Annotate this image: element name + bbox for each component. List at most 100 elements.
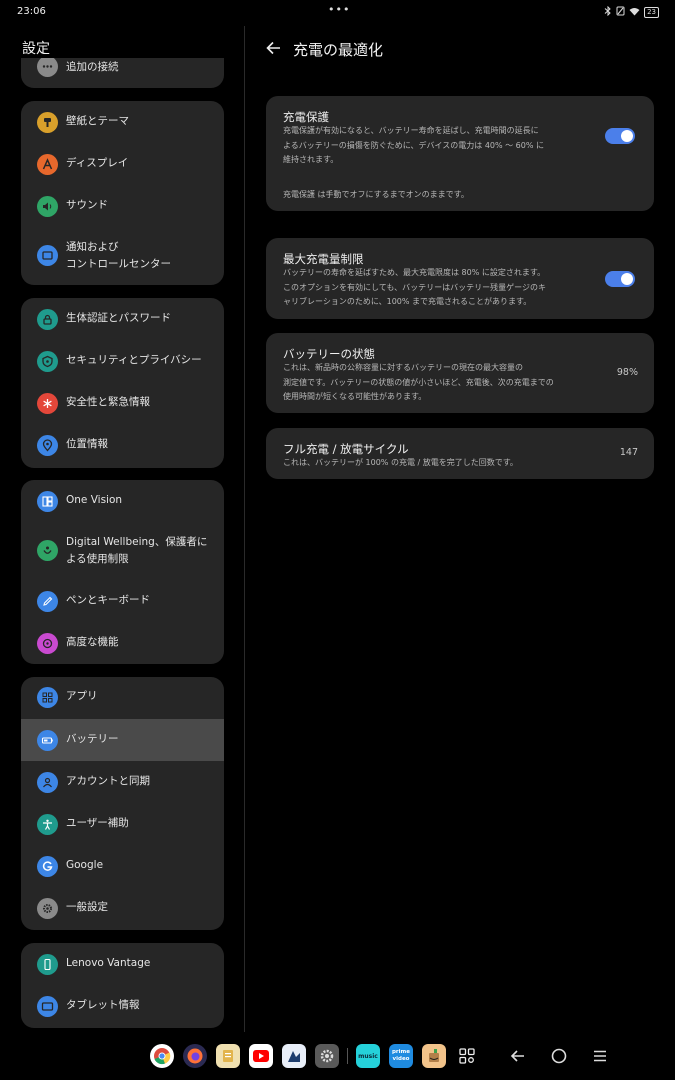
sidebar-item-label: One Vision [66, 494, 123, 506]
card-note: 充電保護 は手動でオフにするまでオンのままです。 [283, 190, 469, 199]
google-icon [37, 856, 58, 877]
files-icon[interactable] [216, 1044, 240, 1068]
sidebar-item-general[interactable]: 一般設定 [21, 887, 224, 929]
nav-back-icon[interactable] [508, 1046, 528, 1066]
amazon-music-icon[interactable]: music [356, 1044, 380, 1068]
sidebar-item-notifications[interactable]: 通知および コントロールセンター [21, 227, 224, 285]
sidebar-item-label: 位置情報 [66, 438, 108, 450]
notification-icon [37, 245, 58, 266]
gear-icon [37, 898, 58, 919]
card-title: 充電保護 [283, 110, 329, 124]
battery-icon [37, 730, 58, 751]
location-icon [37, 435, 58, 456]
accessibility-icon [37, 814, 58, 835]
pane-divider [244, 26, 245, 1032]
sidebar-item-safety[interactable]: 安全性と緊急情報 [21, 382, 224, 424]
sidebar-item-advanced[interactable]: 高度な機能 [21, 622, 224, 664]
charge-cycles-card[interactable]: フル充電 / 放電サイクル これは、バッテリーが 100% の充電 / 放電を完… [266, 428, 654, 479]
status-dots: ••• [328, 3, 351, 16]
shield-icon [37, 351, 58, 372]
battery-health-card[interactable]: バッテリーの状態 これは、新品時の公称容量に対するバッテリーの現在の最大容量の … [266, 333, 654, 413]
back-arrow-icon[interactable] [264, 38, 284, 58]
edit-app-icon[interactable] [282, 1044, 306, 1068]
nav-home-icon[interactable] [549, 1046, 569, 1066]
sidebar-item-label: ディスプレイ [66, 157, 129, 169]
more-icon [37, 58, 58, 77]
nav-recents-icon[interactable] [590, 1046, 610, 1066]
settings-group-partial: 追加の接続 [21, 58, 224, 88]
sidebar-item-apps[interactable]: アプリ [21, 677, 224, 719]
charge-protection-toggle[interactable] [605, 128, 635, 144]
sidebar-item-wallpaper[interactable]: 壁紙とテーマ [21, 101, 224, 143]
sidebar-item-digital-wellbeing[interactable]: Digital Wellbeing、保護者に よる使用制限 [21, 522, 224, 580]
sidebar-item-label: セキュリティとプライバシー [66, 354, 202, 366]
sidebar-item-accessibility[interactable]: ユーザー補助 [21, 803, 224, 845]
sidebar-item-security[interactable]: セキュリティとプライバシー [21, 340, 224, 382]
wifi-icon [629, 7, 640, 19]
asterisk-icon [37, 393, 58, 414]
amazon-shopping-icon[interactable] [422, 1044, 446, 1068]
sidebar-item-sound[interactable]: サウンド [21, 185, 224, 227]
prime-video-label: prime video [392, 1049, 410, 1062]
settings-group-4: アプリ バッテリー アカウントと同期 ユーザー補助 Google 一般設定 [21, 677, 224, 930]
sidebar-item-label: 一般設定 [66, 901, 108, 913]
card-description: これは、バッテリーが 100% の充電 / 放電を完了した回数です。 [283, 458, 518, 467]
one-vision-icon [37, 491, 58, 512]
max-charge-limit-card[interactable]: 最大充電量制限 バッテリーの寿命を延ばすため、最大充電限度は 80% に設定され… [266, 238, 654, 319]
sidebar-item-pen-keyboard[interactable]: ペンとキーボード [21, 580, 224, 622]
sidebar-item-label: タブレット情報 [66, 999, 140, 1011]
palette-icon [37, 112, 58, 133]
advanced-icon [37, 633, 58, 654]
sidebar-item-label: 高度な機能 [66, 636, 119, 648]
taskbar: music prime video [0, 1040, 675, 1076]
sidebar-item-label: アプリ [66, 690, 98, 702]
sidebar-item-label: 生体認証とパスワード [66, 312, 171, 324]
sidebar-item-one-vision[interactable]: One Vision [21, 480, 224, 522]
sidebar-item-label: Lenovo Vantage [66, 957, 151, 969]
sidebar-item-more-connections[interactable]: 追加の接続 [21, 58, 224, 78]
sidebar-item-location[interactable]: 位置情報 [21, 424, 224, 466]
card-title: 最大充電量制限 [283, 252, 364, 266]
sidebar-item-label: Digital Wellbeing、保護者に よる使用制限 [66, 536, 208, 565]
sidebar-item-accounts[interactable]: アカウントと同期 [21, 761, 224, 803]
status-icons: 23 [604, 5, 659, 19]
status-time: 23:06 [17, 6, 46, 17]
sidebar-item-lenovo-vantage[interactable]: Lenovo Vantage [21, 943, 224, 985]
battery-health-value: 98% [616, 367, 638, 378]
charge-protection-card[interactable]: 充電保護 充電保護が有効になると、バッテリー寿命を延ばし、充電時間の延長に よる… [266, 96, 654, 211]
charge-cycles-value: 147 [619, 447, 638, 458]
sidebar-item-display[interactable]: ディスプレイ [21, 143, 224, 185]
settings-group-5: Lenovo Vantage タブレット情報 [21, 943, 224, 1028]
sidebar-item-label: 通知および コントロールセンター [66, 241, 171, 270]
app-drawer-icon[interactable] [455, 1044, 479, 1068]
sound-icon [37, 196, 58, 217]
sidebar-item-label: 壁紙とテーマ [66, 115, 129, 127]
settings-group-1: 壁紙とテーマ ディスプレイ サウンド 通知および コントロールセンター [21, 101, 224, 285]
card-description: これは、新品時の公称容量に対するバッテリーの現在の最大容量の 測定値です。バッテ… [283, 363, 554, 401]
taskbar-separator [347, 1048, 348, 1064]
sidebar-item-biometrics[interactable]: 生体認証とパスワード [21, 298, 224, 340]
display-icon [37, 154, 58, 175]
firefox-icon[interactable] [183, 1044, 207, 1068]
sidebar-item-label: バッテリー [66, 733, 119, 745]
apps-icon [37, 687, 58, 708]
settings-group-3: One Vision Digital Wellbeing、保護者に よる使用制限… [21, 480, 224, 664]
max-charge-limit-toggle[interactable] [605, 271, 635, 287]
youtube-icon[interactable] [249, 1044, 273, 1068]
battery-status: 23 [644, 7, 659, 18]
chrome-icon[interactable] [150, 1044, 174, 1068]
wellbeing-icon [37, 540, 58, 561]
bluetooth-icon [604, 5, 612, 19]
sidebar-item-battery[interactable]: バッテリー [21, 719, 224, 761]
settings-title: 設定 [22, 41, 50, 57]
sidebar-item-label: サウンド [66, 199, 108, 211]
card-title: バッテリーの状態 [283, 347, 375, 361]
card-title: フル充電 / 放電サイクル [283, 442, 409, 456]
sidebar-item-google[interactable]: Google [21, 845, 224, 887]
tablet-icon [37, 996, 58, 1017]
sidebar-item-tablet-info[interactable]: タブレット情報 [21, 985, 224, 1027]
settings-app-icon[interactable] [315, 1044, 339, 1068]
prime-video-icon[interactable]: prime video [389, 1044, 413, 1068]
settings-group-2: 生体認証とパスワード セキュリティとプライバシー 安全性と緊急情報 位置情報 [21, 298, 224, 468]
sidebar-item-label: 追加の接続 [66, 61, 119, 73]
